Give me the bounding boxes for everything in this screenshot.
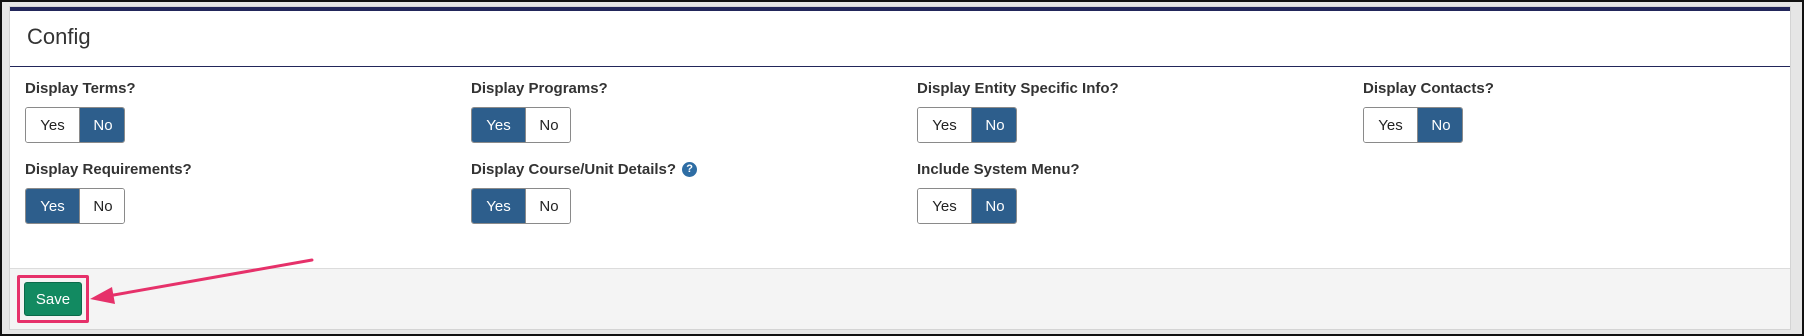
display-entity-info-no-button[interactable]: No <box>972 108 1016 142</box>
field-display-terms: Display Terms? Yes No <box>25 78 136 143</box>
display-terms-toggle: Yes No <box>25 107 125 143</box>
field-display-requirements: Display Requirements? Yes No <box>25 159 192 224</box>
annotation-arrow-icon <box>90 258 314 304</box>
field-label: Display Requirements? <box>25 160 192 178</box>
display-requirements-toggle: Yes No <box>25 188 125 224</box>
display-programs-yes-button[interactable]: Yes <box>472 108 526 142</box>
field-include-system-menu: Include System Menu? Yes No <box>917 159 1080 224</box>
save-highlight-box: Save <box>17 275 89 323</box>
field-display-programs: Display Programs? Yes No <box>471 78 608 143</box>
display-course-details-toggle: Yes No <box>471 188 571 224</box>
help-icon[interactable]: ? <box>682 161 698 177</box>
field-label-with-help: Display Course/Unit Details? ? <box>471 159 698 179</box>
field-display-contacts: Display Contacts? Yes No <box>1363 78 1494 143</box>
field-label: Display Entity Specific Info? <box>917 79 1119 97</box>
display-course-details-no-button[interactable]: No <box>526 189 570 223</box>
field-label: Display Contacts? <box>1363 79 1494 97</box>
display-entity-info-yes-button[interactable]: Yes <box>918 108 972 142</box>
display-programs-no-button[interactable]: No <box>526 108 570 142</box>
display-contacts-toggle: Yes No <box>1363 107 1463 143</box>
display-entity-info-toggle: Yes No <box>917 107 1017 143</box>
field-label: Display Programs? <box>471 79 608 97</box>
field-display-entity-specific-info: Display Entity Specific Info? Yes No <box>917 78 1119 143</box>
display-contacts-yes-button[interactable]: Yes <box>1364 108 1418 142</box>
display-course-details-yes-button[interactable]: Yes <box>472 189 526 223</box>
field-label: Display Course/Unit Details? <box>471 160 677 178</box>
panel-header: Config <box>10 11 1790 67</box>
include-system-menu-no-button[interactable]: No <box>972 189 1016 223</box>
page-title: Config <box>27 24 91 49</box>
display-requirements-no-button[interactable]: No <box>80 189 124 223</box>
field-label: Display Terms? <box>25 79 136 97</box>
include-system-menu-toggle: Yes No <box>917 188 1017 224</box>
save-button[interactable]: Save <box>24 282 82 316</box>
display-terms-no-button[interactable]: No <box>80 108 124 142</box>
display-terms-yes-button[interactable]: Yes <box>26 108 80 142</box>
field-label: Include System Menu? <box>917 160 1080 178</box>
field-display-course-unit-details: Display Course/Unit Details? ? Yes No <box>471 159 698 224</box>
display-contacts-no-button[interactable]: No <box>1418 108 1462 142</box>
include-system-menu-yes-button[interactable]: Yes <box>918 189 972 223</box>
display-programs-toggle: Yes No <box>471 107 571 143</box>
display-requirements-yes-button[interactable]: Yes <box>26 189 80 223</box>
